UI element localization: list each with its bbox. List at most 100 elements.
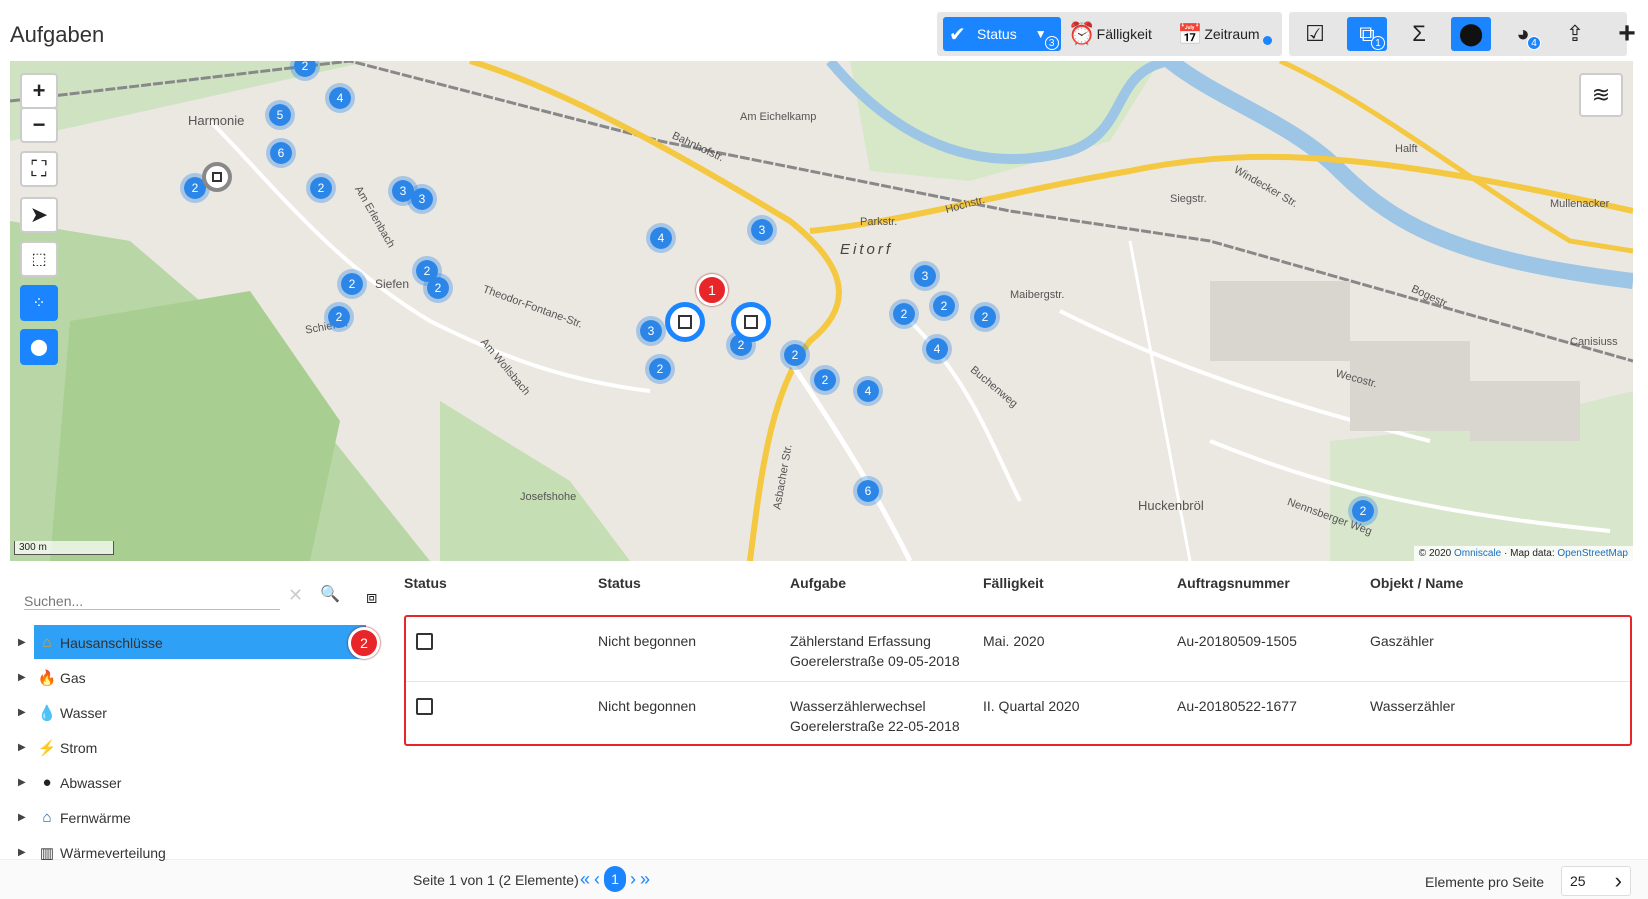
tree-item-strom[interactable]: ▶ ⚡ Strom <box>10 730 366 765</box>
first-page-icon[interactable]: « <box>580 869 590 890</box>
column-header-objekt[interactable]: Objekt / Name <box>1370 575 1463 599</box>
attribution-copyright: © 2020 <box>1418 548 1452 559</box>
tree-item-gas[interactable]: ▶ 🔥 Gas <box>10 660 366 695</box>
column-header-aufgabe[interactable]: Aufgabe <box>790 575 846 599</box>
osm-link[interactable]: OpenStreetMap <box>1557 548 1628 559</box>
map-cluster[interactable]: 2 <box>889 299 919 329</box>
map-cluster[interactable]: 3 <box>407 184 437 214</box>
map-cluster[interactable]: 2 <box>306 173 336 203</box>
tree-view-button[interactable]: ⧉ 1 <box>1347 17 1387 51</box>
map-cluster[interactable]: 6 <box>853 476 883 506</box>
map-cluster[interactable]: 2 <box>324 302 354 332</box>
faelligkeit-button[interactable]: ⏰ Fälligkeit <box>1067 17 1171 51</box>
expand-arrow-icon[interactable]: ▶ <box>18 847 34 858</box>
expand-arrow-icon[interactable]: ▶ <box>18 742 34 753</box>
marker-toggle-button[interactable]: ⬤ <box>20 329 58 365</box>
bolt-icon: ⚡ <box>37 739 57 757</box>
objekt-cell: Wasserzähler <box>1370 698 1456 714</box>
map-cluster[interactable]: 4 <box>922 334 952 364</box>
add-button[interactable]: + <box>1607 17 1647 51</box>
map-cluster[interactable]: 2 <box>1348 496 1378 526</box>
layers-button[interactable]: ≋ <box>1579 73 1623 117</box>
task-marker[interactable] <box>665 302 705 342</box>
map-cluster[interactable]: 2 <box>810 365 840 395</box>
expand-arrow-icon[interactable]: ▶ <box>18 672 34 683</box>
fullscreen-icon: ⛶ <box>31 156 47 181</box>
last-page-icon[interactable]: » <box>640 869 650 890</box>
map-cluster[interactable]: 3 <box>747 215 777 245</box>
locate-button[interactable]: ➤ <box>20 197 58 233</box>
expand-arrow-icon[interactable]: ▶ <box>18 637 34 648</box>
map-cluster[interactable]: 4 <box>325 83 355 113</box>
map-cluster[interactable]: 3 <box>910 261 940 291</box>
faelligkeit-cell: II. Quartal 2020 <box>983 698 1080 714</box>
per-page-select[interactable]: 25 › <box>1561 866 1631 896</box>
expand-arrow-icon[interactable]: ▶ <box>18 707 34 718</box>
column-header-auftragsnummer[interactable]: Auftragsnummer <box>1177 575 1290 599</box>
map-cluster[interactable]: 6 <box>266 138 296 168</box>
tree-item-abwasser[interactable]: ▶ ● Abwasser <box>10 765 366 800</box>
chart-button[interactable]: ◕ 4 <box>1503 17 1543 51</box>
category-tree: ▶ ⌂ Hausanschlüsse ▶ 🔥 Gas ▶ 💧 Wasser ▶ ⚡ Strom … <box>10 625 366 870</box>
table-row[interactable]: Nicht begonnen Wasserzählerwechsel Goerel… <box>406 682 1630 747</box>
per-page-value: 25 <box>1570 873 1586 889</box>
map-cluster[interactable]: 2 <box>970 302 1000 332</box>
per-page-label: Elemente pro Seite <box>1425 874 1545 890</box>
zeitraum-button[interactable]: 📅 Zeitraum <box>1176 17 1276 51</box>
map-street-labels: Harmonie Am Erlenbach Theodor-Fontane-St… <box>10 61 1633 561</box>
tasks-table-body: Nicht begonnen Zählerstand Erfassung Goer… <box>404 615 1632 746</box>
map-cluster[interactable]: 5 <box>265 100 295 130</box>
sum-button[interactable]: Σ <box>1399 17 1439 51</box>
clear-search-icon[interactable]: ✕ <box>288 585 303 606</box>
map-cluster[interactable]: 2 <box>780 340 810 370</box>
export-button[interactable]: ⇪ <box>1555 17 1595 51</box>
map-pin-icon: ⬤ <box>1458 21 1484 46</box>
map-cluster[interactable]: 4 <box>646 223 676 253</box>
tree-item-fernwaerme[interactable]: ▶ ⌂ Fernwärme <box>10 800 366 835</box>
street-label: Maibergstr. <box>1010 289 1065 301</box>
chevron-right-icon[interactable]: › <box>1615 868 1622 894</box>
objekt-cell: Gaszähler <box>1370 633 1434 649</box>
column-header-faelligkeit[interactable]: Fälligkeit <box>983 575 1044 599</box>
fullscreen-button[interactable]: ⛶ <box>20 151 58 187</box>
map-cluster[interactable]: 4 <box>853 376 883 406</box>
street-label: Windecker Str. <box>1231 163 1300 211</box>
expand-arrow-icon[interactable]: ▶ <box>18 777 34 788</box>
tree-item-wasser[interactable]: ▶ 💧 Wasser <box>10 695 366 730</box>
street-label: Parkstr. <box>860 216 898 228</box>
street-label: Theodor-Fontane-Str. <box>481 283 585 331</box>
task-marker[interactable] <box>731 302 771 342</box>
map-cluster[interactable]: 2 <box>929 291 959 321</box>
street-label: Canisiuss <box>1570 336 1618 348</box>
row-checkbox[interactable] <box>416 633 433 650</box>
column-header-status-checkbox[interactable]: Status <box>404 575 447 599</box>
task-marker[interactable] <box>202 162 232 192</box>
page-title: Aufgaben <box>10 22 105 47</box>
map-view[interactable]: Harmonie Am Erlenbach Theodor-Fontane-St… <box>10 61 1633 561</box>
map-cluster[interactable]: 3 <box>636 316 666 346</box>
objects-filter-icon[interactable]: ⧈ <box>366 587 377 608</box>
table-row[interactable]: Nicht begonnen Zählerstand Erfassung Goer… <box>406 617 1630 682</box>
current-page-button[interactable]: 1 <box>604 866 627 892</box>
prev-page-icon[interactable]: ‹ <box>594 869 600 890</box>
omniscale-link[interactable]: Omniscale <box>1454 548 1501 559</box>
column-header-status[interactable]: Status <box>598 575 641 599</box>
row-checkbox[interactable] <box>416 698 433 715</box>
status-filter-button[interactable]: ✔ Status ▼ 3 <box>943 17 1061 51</box>
tree-item-label: Hausanschlüsse <box>60 634 163 651</box>
zoom-in-button[interactable]: + <box>20 73 58 109</box>
tree-item-hausanschluesse[interactable]: ▶ ⌂ Hausanschlüsse <box>10 625 366 660</box>
search-input[interactable]: Suchen... <box>24 585 280 610</box>
cluster-toggle-button[interactable]: ⁘ <box>20 285 58 321</box>
zoom-out-button[interactable]: − <box>20 107 58 143</box>
expand-arrow-icon[interactable]: ▶ <box>18 812 34 823</box>
map-view-button[interactable]: ⬤ <box>1451 17 1491 51</box>
map-cluster[interactable]: 2 <box>645 354 675 384</box>
map-cluster[interactable]: 2 <box>423 273 453 303</box>
search-icon[interactable]: 🔍 <box>320 584 340 604</box>
sigma-icon: Σ <box>1412 21 1426 46</box>
map-cluster[interactable]: 2 <box>337 269 367 299</box>
next-page-icon[interactable]: › <box>630 869 636 890</box>
select-area-button[interactable]: ⬚ <box>20 241 58 277</box>
select-all-button[interactable]: ☑ <box>1295 17 1335 51</box>
